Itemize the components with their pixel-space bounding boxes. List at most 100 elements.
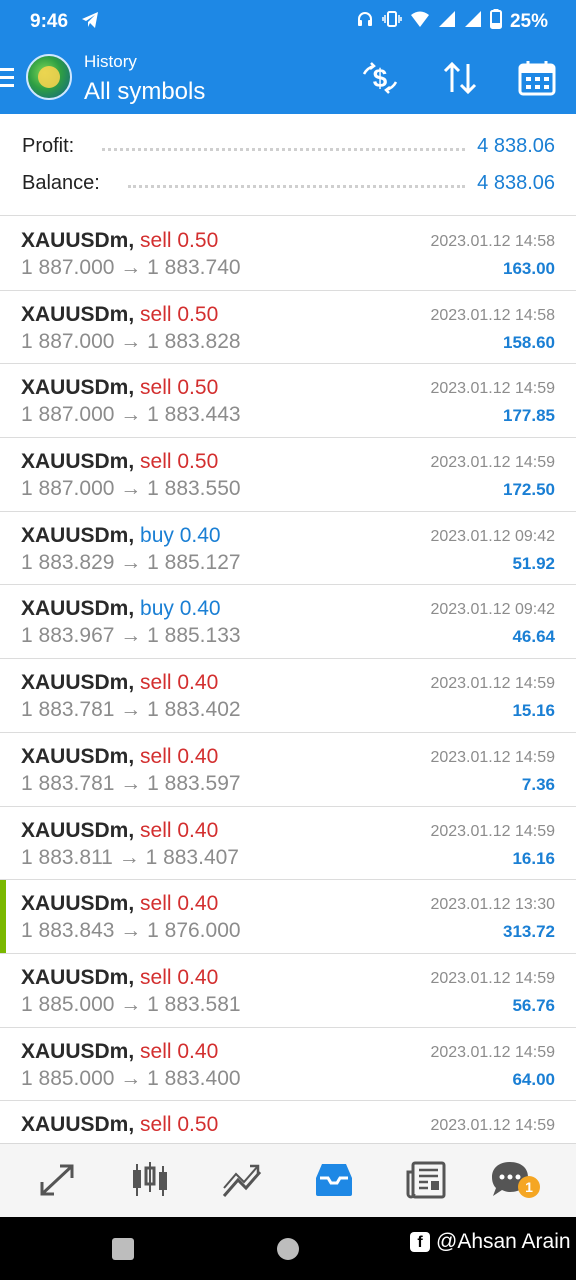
- trade-profit: 51.92: [512, 553, 555, 573]
- trade-symbol: XAUUSDm,: [21, 376, 135, 400]
- trade-list[interactable]: XAUUSDm, sell 0.50 1 887.000 → 1 883.740 2…: [0, 217, 576, 1143]
- trade-row[interactable]: XAUUSDm, sell 0.50 1 887.000 → 1 883.550 2…: [0, 438, 576, 512]
- arrow-icon: →: [120, 550, 142, 574]
- trade-symbol: XAUUSDm,: [21, 818, 135, 842]
- menu-icon[interactable]: [0, 68, 14, 92]
- trade-date: 2023.01.12 13:30: [430, 896, 555, 914]
- trade-title: XAUUSDm, sell 0.40: [21, 671, 218, 695]
- trade-side: sell 0.50: [140, 450, 219, 474]
- trade-side: sell 0.40: [140, 671, 219, 695]
- trade-symbol: XAUUSDm,: [21, 450, 135, 474]
- arrow-icon: →: [120, 992, 142, 1016]
- trade-prices: 1 885.000 → 1 883.581: [21, 993, 241, 1017]
- arrow-icon: →: [120, 771, 142, 795]
- trade-date: 2023.01.12 14:59: [430, 454, 555, 472]
- news-icon[interactable]: [404, 1158, 448, 1202]
- trade-prices: 1 887.000 → 1 883.828: [21, 330, 241, 354]
- trade-symbol: XAUUSDm,: [21, 597, 135, 621]
- trade-row[interactable]: XAUUSDm, sell 0.40 1 885.000 → 1 883.581 2…: [0, 954, 576, 1028]
- watermark: f @Ahsan Arain: [410, 1230, 571, 1254]
- trade-date: 2023.01.12 14:59: [430, 1117, 555, 1135]
- trade-title: XAUUSDm, sell 0.50: [21, 303, 218, 327]
- close-price: 1 883.828: [147, 329, 241, 353]
- trade-row[interactable]: XAUUSDm, sell 0.40 1 883.843 → 1 876.000 2…: [0, 880, 576, 954]
- trade-row[interactable]: XAUUSDm, sell 0.50 1 887.000 → 1 883.740 2…: [0, 217, 576, 291]
- trade-symbol: XAUUSDm,: [21, 744, 135, 768]
- open-price: 1 885.000: [21, 992, 115, 1016]
- trade-row[interactable]: XAUUSDm, buy 0.40 1 883.967 → 1 885.133 20…: [0, 585, 576, 660]
- balance-row: Balance: 4 838.06: [22, 168, 555, 198]
- trade-date: 2023.01.12 09:42: [430, 527, 555, 545]
- app-logo[interactable]: [26, 54, 72, 100]
- open-price: 1 887.000: [21, 477, 115, 501]
- trade-side: sell 0.50: [140, 376, 219, 400]
- trade-profit: 7.36: [521, 774, 555, 794]
- history-icon[interactable]: [312, 1158, 356, 1202]
- trade-title: XAUUSDm, buy 0.40: [21, 597, 221, 621]
- trade-side: sell 0.50: [140, 1113, 219, 1137]
- trade-prices: 1 883.967 → 1 885.133: [21, 624, 241, 648]
- battery-icon: [489, 9, 502, 34]
- trade-profit: 46.64: [512, 627, 555, 647]
- trade-row[interactable]: XAUUSDm, sell 0.50 1 887.000 → 1 883.828 2…: [0, 291, 576, 365]
- trade-side: sell 0.40: [140, 965, 219, 989]
- trade-side: sell 0.40: [140, 744, 219, 768]
- trade-date: 2023.01.12 14:59: [430, 1043, 555, 1061]
- trade-row[interactable]: XAUUSDm, buy 0.40 1 883.829 → 1 885.127 20…: [0, 512, 576, 586]
- trade-prices: 1 883.829 → 1 885.127: [21, 551, 241, 575]
- trade-title: XAUUSDm, sell 0.40: [21, 966, 218, 990]
- calendar-icon[interactable]: [517, 58, 557, 98]
- trade-symbol: XAUUSDm,: [21, 1113, 135, 1137]
- chat-icon[interactable]: 1: [488, 1158, 540, 1202]
- trade-row[interactable]: XAUUSDm, sell 0.40 1 883.811 → 1 883.407 2…: [0, 807, 576, 881]
- trade-title: XAUUSDm, sell 0.40: [21, 819, 218, 843]
- trade-date: 2023.01.12 09:42: [430, 601, 555, 619]
- trade-row[interactable]: XAUUSDm, sell 0.40 1 885.000 → 1 883.400 2…: [0, 1028, 576, 1102]
- profit-value: 4 838.06: [477, 134, 555, 157]
- sort-icon[interactable]: [440, 58, 480, 98]
- chart-icon[interactable]: [220, 1158, 264, 1202]
- open-price: 1 883.967: [21, 624, 115, 648]
- trade-icon[interactable]: [36, 1158, 80, 1202]
- headphones-icon: [356, 10, 374, 33]
- close-price: 1 883.550: [147, 477, 241, 501]
- trade-row[interactable]: XAUUSDm, sell 0.50 1 887.000 → 1 883.443 2…: [0, 364, 576, 439]
- trade-symbol: XAUUSDm,: [21, 671, 135, 695]
- trade-profit: 158.60: [503, 332, 555, 352]
- close-price: 1 883.400: [147, 1066, 241, 1090]
- trade-row[interactable]: XAUUSDm, sell 0.50 2023.01.12 14:59: [0, 1101, 576, 1143]
- trade-profit: 15.16: [512, 701, 555, 721]
- close-price: 1 883.443: [147, 403, 241, 427]
- close-price: 1 885.133: [147, 624, 241, 648]
- chat-badge: 1: [518, 1176, 540, 1198]
- trade-date: 2023.01.12 14:59: [430, 380, 555, 398]
- arrow-icon: →: [118, 845, 140, 869]
- recents-button[interactable]: [112, 1238, 134, 1260]
- trade-row[interactable]: XAUUSDm, sell 0.40 1 883.781 → 1 883.597 2…: [0, 733, 576, 807]
- svg-text:$: $: [373, 63, 388, 93]
- facebook-icon: f: [410, 1232, 430, 1252]
- trade-title: XAUUSDm, sell 0.40: [21, 1040, 218, 1064]
- trade-prices: 1 883.843 → 1 876.000: [21, 919, 241, 943]
- close-price: 1 876.000: [147, 919, 241, 943]
- header-subtitle[interactable]: History: [84, 52, 137, 72]
- trade-title: XAUUSDm, sell 0.50: [21, 376, 218, 400]
- trade-symbol: XAUUSDm,: [21, 892, 135, 916]
- trade-symbol: XAUUSDm,: [21, 302, 135, 326]
- quotes-icon[interactable]: [128, 1158, 172, 1202]
- trade-profit: 177.85: [503, 406, 555, 426]
- profit-row: Profit: 4 838.06: [22, 131, 555, 161]
- arrow-icon: →: [120, 1066, 142, 1090]
- trade-date: 2023.01.12 14:59: [430, 969, 555, 987]
- battery-percent: 25%: [509, 10, 548, 32]
- trade-prices: 1 883.781 → 1 883.402: [21, 698, 241, 722]
- trade-symbol: XAUUSDm,: [21, 1039, 135, 1063]
- trade-row[interactable]: XAUUSDm, sell 0.40 1 883.781 → 1 883.402 2…: [0, 659, 576, 733]
- home-button[interactable]: [277, 1238, 299, 1260]
- currency-exchange-icon[interactable]: $: [360, 58, 400, 98]
- open-price: 1 885.000: [21, 1066, 115, 1090]
- trade-prices: 1 883.811 → 1 883.407: [21, 846, 239, 870]
- open-price: 1 887.000: [21, 329, 115, 353]
- header-title[interactable]: All symbols: [84, 78, 205, 106]
- top-bar: 9:46 25% History All symbols $: [0, 0, 576, 114]
